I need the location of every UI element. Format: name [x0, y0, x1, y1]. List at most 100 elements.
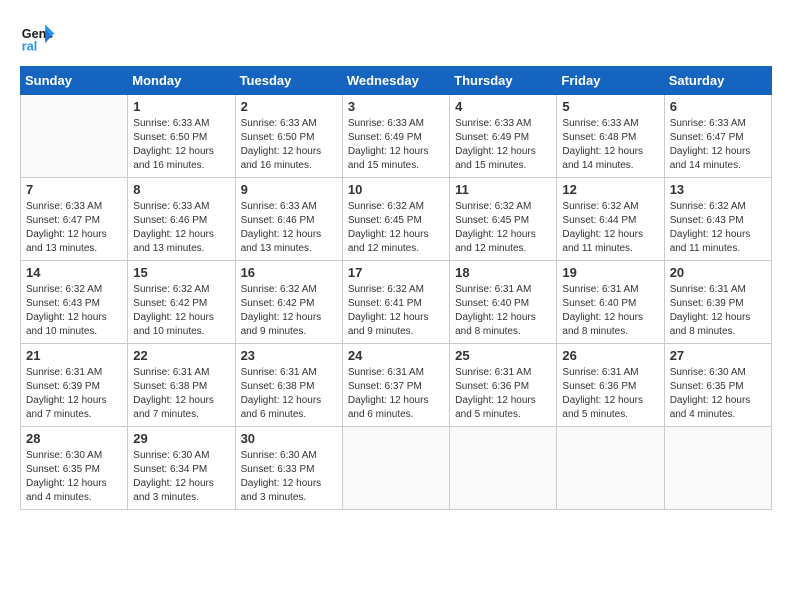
day-info: Sunrise: 6:33 AM Sunset: 6:49 PM Dayligh… — [455, 117, 551, 173]
day-number: 6 — [670, 99, 766, 114]
day-cell: 4Sunrise: 6:33 AM Sunset: 6:49 PM Daylig… — [450, 95, 557, 178]
day-cell: 23 Sunrise: 6:31 AM Sunset: 6:38 PM Dayli… — [235, 344, 342, 427]
day-info: Sunrise: 6:31 AM Sunset: 6:39 PM Dayligh… — [26, 366, 122, 422]
day-number: 28 — [26, 431, 122, 446]
day-info: Sunrise: 6:31 AM Sunset: 6:37 PM Dayligh… — [348, 366, 444, 422]
day-number: 9 — [241, 182, 337, 197]
week-row-4: 21 Sunrise: 6:31 AM Sunset: 6:39 PM Dayli… — [21, 344, 772, 427]
day-number: 25 — [455, 348, 551, 363]
day-cell: 17 Sunrise: 6:32 AM Sunset: 6:41 PM Dayli… — [342, 261, 449, 344]
day-number: 17 — [348, 265, 444, 280]
day-info: Sunrise: 6:32 AM Sunset: 6:45 PM Dayligh… — [455, 200, 551, 256]
day-cell: 11 Sunrise: 6:32 AM Sunset: 6:45 PM Dayli… — [450, 178, 557, 261]
day-cell: 6 Sunrise: 6:33 AM Sunset: 6:47 PM Daylig… — [664, 95, 771, 178]
day-number: 13 — [670, 182, 766, 197]
day-info: Sunrise: 6:31 AM Sunset: 6:38 PM Dayligh… — [133, 366, 229, 422]
day-info: Sunrise: 6:33 AM Sunset: 6:47 PM Dayligh… — [670, 117, 766, 173]
day-cell — [664, 427, 771, 510]
logo-icon: Gene ral — [20, 20, 56, 56]
day-cell — [557, 427, 664, 510]
day-cell — [342, 427, 449, 510]
day-info: Sunrise: 6:31 AM Sunset: 6:39 PM Dayligh… — [670, 283, 766, 339]
day-number: 12 — [562, 182, 658, 197]
day-info: Sunrise: 6:30 AM Sunset: 6:35 PM Dayligh… — [670, 366, 766, 422]
week-row-1: 1Sunrise: 6:33 AM Sunset: 6:50 PM Daylig… — [21, 95, 772, 178]
day-info: Sunrise: 6:30 AM Sunset: 6:33 PM Dayligh… — [241, 449, 337, 505]
day-cell: 16Sunrise: 6:32 AM Sunset: 6:42 PM Dayli… — [235, 261, 342, 344]
day-cell: 30 Sunrise: 6:30 AM Sunset: 6:33 PM Dayli… — [235, 427, 342, 510]
header-row: SundayMondayTuesdayWednesdayThursdayFrid… — [21, 67, 772, 95]
day-number: 23 — [241, 348, 337, 363]
day-cell: 27 Sunrise: 6:30 AM Sunset: 6:35 PM Dayli… — [664, 344, 771, 427]
day-info: Sunrise: 6:32 AM Sunset: 6:41 PM Dayligh… — [348, 283, 444, 339]
day-info: Sunrise: 6:33 AM Sunset: 6:46 PM Dayligh… — [133, 200, 229, 256]
day-info: Sunrise: 6:32 AM Sunset: 6:43 PM Dayligh… — [670, 200, 766, 256]
day-info: Sunrise: 6:32 AM Sunset: 6:45 PM Dayligh… — [348, 200, 444, 256]
day-info: Sunrise: 6:31 AM Sunset: 6:40 PM Dayligh… — [455, 283, 551, 339]
day-cell: 21 Sunrise: 6:31 AM Sunset: 6:39 PM Dayli… — [21, 344, 128, 427]
day-number: 3 — [348, 99, 444, 114]
day-cell: 7 Sunrise: 6:33 AM Sunset: 6:47 PM Daylig… — [21, 178, 128, 261]
week-row-5: 28 Sunrise: 6:30 AM Sunset: 6:35 PM Dayli… — [21, 427, 772, 510]
day-info: Sunrise: 6:30 AM Sunset: 6:35 PM Dayligh… — [26, 449, 122, 505]
day-cell: 22 Sunrise: 6:31 AM Sunset: 6:38 PM Dayli… — [128, 344, 235, 427]
day-cell: 3 Sunrise: 6:33 AM Sunset: 6:49 PM Daylig… — [342, 95, 449, 178]
week-row-2: 7 Sunrise: 6:33 AM Sunset: 6:47 PM Daylig… — [21, 178, 772, 261]
day-cell: 29Sunrise: 6:30 AM Sunset: 6:34 PM Dayli… — [128, 427, 235, 510]
day-number: 15 — [133, 265, 229, 280]
day-cell — [450, 427, 557, 510]
day-info: Sunrise: 6:33 AM Sunset: 6:46 PM Dayligh… — [241, 200, 337, 256]
day-info: Sunrise: 6:32 AM Sunset: 6:43 PM Dayligh… — [26, 283, 122, 339]
day-number: 30 — [241, 431, 337, 446]
day-info: Sunrise: 6:31 AM Sunset: 6:38 PM Dayligh… — [241, 366, 337, 422]
day-info: Sunrise: 6:33 AM Sunset: 6:47 PM Dayligh… — [26, 200, 122, 256]
day-cell: 19 Sunrise: 6:31 AM Sunset: 6:40 PM Dayli… — [557, 261, 664, 344]
day-cell: 15 Sunrise: 6:32 AM Sunset: 6:42 PM Dayli… — [128, 261, 235, 344]
day-cell: 2 Sunrise: 6:33 AM Sunset: 6:50 PM Daylig… — [235, 95, 342, 178]
day-number: 14 — [26, 265, 122, 280]
day-number: 2 — [241, 99, 337, 114]
day-cell: 28 Sunrise: 6:30 AM Sunset: 6:35 PM Dayli… — [21, 427, 128, 510]
day-cell — [21, 95, 128, 178]
day-number: 11 — [455, 182, 551, 197]
calendar-table: SundayMondayTuesdayWednesdayThursdayFrid… — [20, 66, 772, 510]
day-number: 22 — [133, 348, 229, 363]
day-cell: 24 Sunrise: 6:31 AM Sunset: 6:37 PM Dayli… — [342, 344, 449, 427]
day-info: Sunrise: 6:32 AM Sunset: 6:44 PM Dayligh… — [562, 200, 658, 256]
day-number: 10 — [348, 182, 444, 197]
day-info: Sunrise: 6:31 AM Sunset: 6:36 PM Dayligh… — [562, 366, 658, 422]
day-cell: 25 Sunrise: 6:31 AM Sunset: 6:36 PM Dayli… — [450, 344, 557, 427]
day-number: 27 — [670, 348, 766, 363]
header-tuesday: Tuesday — [235, 67, 342, 95]
day-number: 16 — [241, 265, 337, 280]
day-number: 20 — [670, 265, 766, 280]
day-info: Sunrise: 6:31 AM Sunset: 6:40 PM Dayligh… — [562, 283, 658, 339]
header-saturday: Saturday — [664, 67, 771, 95]
day-number: 7 — [26, 182, 122, 197]
day-cell: 14 Sunrise: 6:32 AM Sunset: 6:43 PM Dayli… — [21, 261, 128, 344]
day-cell: 18Sunrise: 6:31 AM Sunset: 6:40 PM Dayli… — [450, 261, 557, 344]
day-info: Sunrise: 6:32 AM Sunset: 6:42 PM Dayligh… — [133, 283, 229, 339]
day-number: 19 — [562, 265, 658, 280]
day-number: 21 — [26, 348, 122, 363]
day-info: Sunrise: 6:33 AM Sunset: 6:49 PM Dayligh… — [348, 117, 444, 173]
day-number: 24 — [348, 348, 444, 363]
calendar-header: SundayMondayTuesdayWednesdayThursdayFrid… — [21, 67, 772, 95]
day-cell: 26Sunrise: 6:31 AM Sunset: 6:36 PM Dayli… — [557, 344, 664, 427]
day-cell: 9 Sunrise: 6:33 AM Sunset: 6:46 PM Daylig… — [235, 178, 342, 261]
day-info: Sunrise: 6:33 AM Sunset: 6:50 PM Dayligh… — [241, 117, 337, 173]
header-sunday: Sunday — [21, 67, 128, 95]
calendar-body: 1Sunrise: 6:33 AM Sunset: 6:50 PM Daylig… — [21, 95, 772, 510]
day-cell: 8Sunrise: 6:33 AM Sunset: 6:46 PM Daylig… — [128, 178, 235, 261]
day-number: 5 — [562, 99, 658, 114]
day-cell: 10 Sunrise: 6:32 AM Sunset: 6:45 PM Dayli… — [342, 178, 449, 261]
page-header: Gene ral — [20, 20, 772, 56]
day-info: Sunrise: 6:33 AM Sunset: 6:50 PM Dayligh… — [133, 117, 229, 173]
day-info: Sunrise: 6:33 AM Sunset: 6:48 PM Dayligh… — [562, 117, 658, 173]
svg-text:ral: ral — [22, 40, 37, 54]
day-cell: 1Sunrise: 6:33 AM Sunset: 6:50 PM Daylig… — [128, 95, 235, 178]
day-info: Sunrise: 6:31 AM Sunset: 6:36 PM Dayligh… — [455, 366, 551, 422]
header-monday: Monday — [128, 67, 235, 95]
header-thursday: Thursday — [450, 67, 557, 95]
day-cell: 13 Sunrise: 6:32 AM Sunset: 6:43 PM Dayli… — [664, 178, 771, 261]
